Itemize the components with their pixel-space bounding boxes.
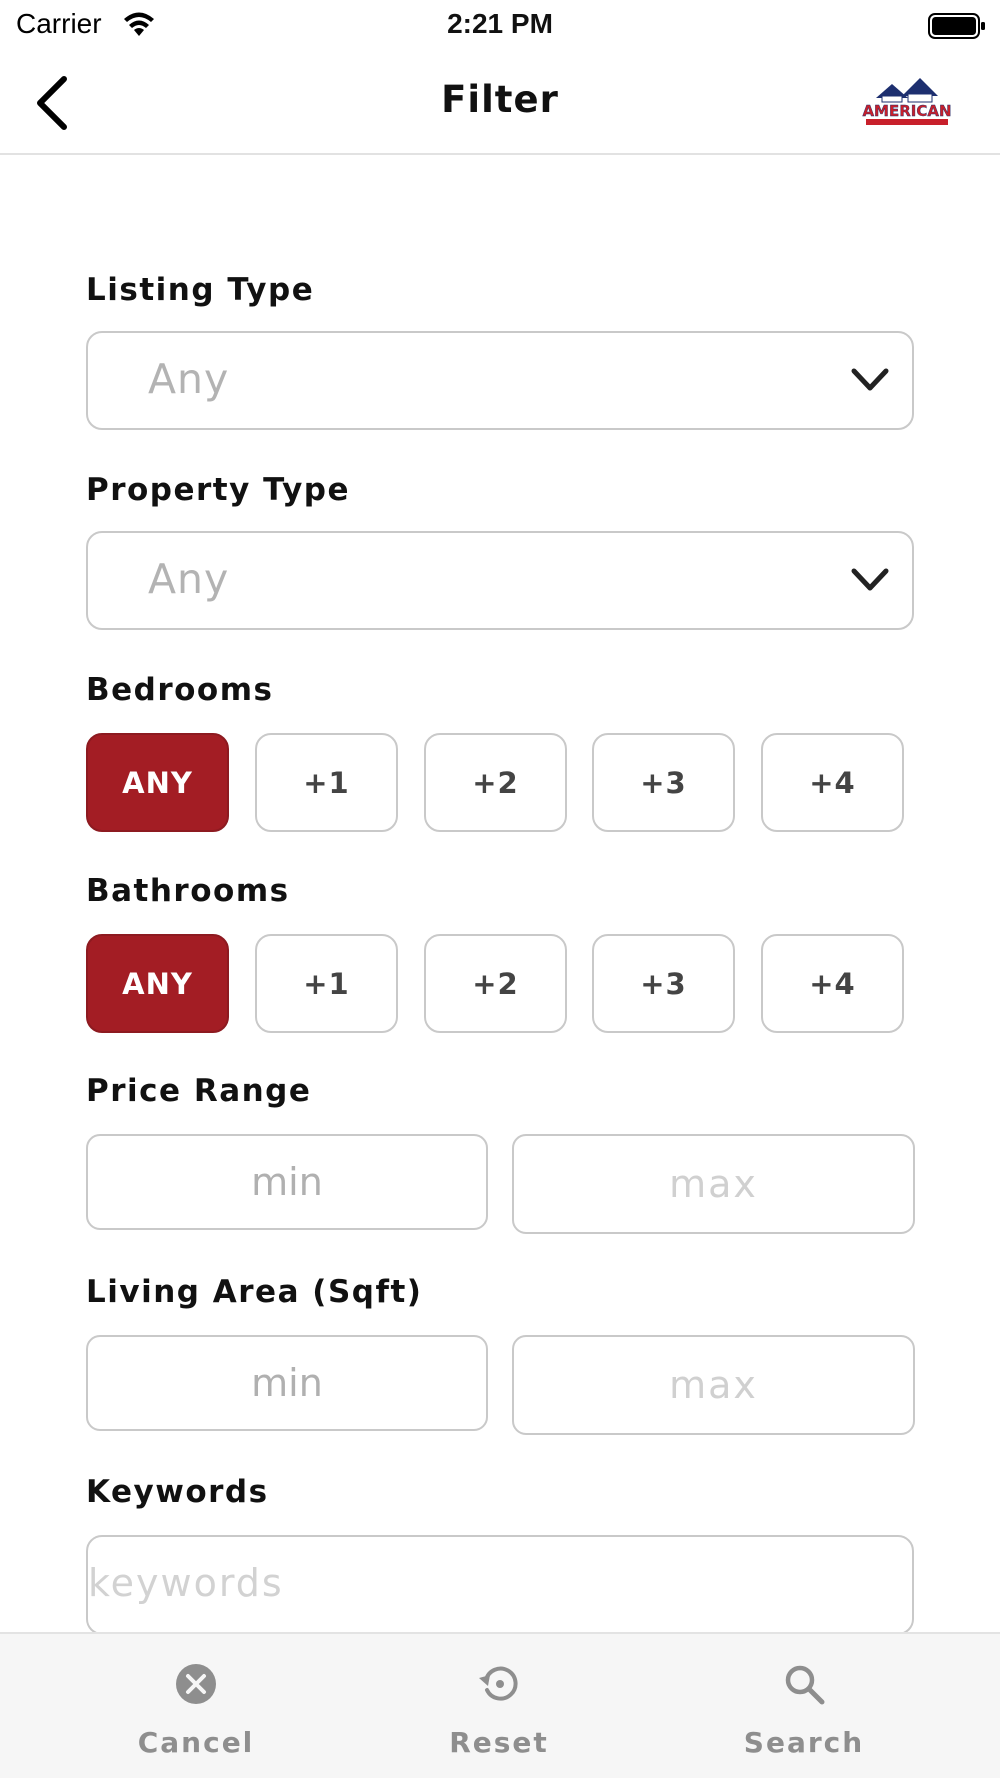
property-type-value: Any xyxy=(148,555,230,603)
reset-label: Reset xyxy=(449,1726,549,1759)
cancel-button[interactable]: Cancel xyxy=(76,1634,316,1778)
listing-type-value: Any xyxy=(148,355,230,403)
bathrooms-option-4[interactable]: +4 xyxy=(761,934,904,1033)
battery-icon xyxy=(928,13,985,39)
property-type-label: Property Type xyxy=(86,472,351,508)
bathrooms-options: ANY +1 +2 +3 +4 xyxy=(86,934,916,1033)
bathrooms-label: Bathrooms xyxy=(86,873,290,909)
price-range-label: Price Range xyxy=(86,1073,312,1109)
bathrooms-option-any[interactable]: ANY xyxy=(86,934,229,1033)
bedrooms-option-4[interactable]: +4 xyxy=(761,733,904,832)
bedrooms-option-2[interactable]: +2 xyxy=(424,733,567,832)
keywords-placeholder: keywords xyxy=(88,1561,284,1605)
search-icon xyxy=(785,1665,825,1705)
living-area-min-input[interactable]: min xyxy=(86,1335,488,1431)
bedrooms-label: Bedrooms xyxy=(86,672,274,708)
search-button[interactable]: Search xyxy=(684,1634,924,1778)
bottom-action-bar: Cancel Reset Search xyxy=(0,1632,1000,1778)
cancel-label: Cancel xyxy=(137,1726,255,1759)
keywords-input[interactable]: keywords xyxy=(86,1535,914,1635)
bathrooms-option-2[interactable]: +2 xyxy=(424,934,567,1033)
price-max-input[interactable]: max xyxy=(512,1134,915,1234)
status-bar: Carrier 2:21 PM xyxy=(0,0,1000,52)
page-title: Filter xyxy=(441,78,559,121)
navigation-bar: Filter AMERICAN xyxy=(0,52,1000,155)
living-area-max-input[interactable]: max xyxy=(512,1335,915,1435)
search-label: Search xyxy=(743,1726,865,1759)
reset-icon xyxy=(479,1666,518,1701)
listing-type-label: Listing Type xyxy=(86,272,315,308)
svg-text:AMERICAN: AMERICAN xyxy=(862,102,951,120)
chevron-down-icon xyxy=(851,368,889,391)
brand-logo: AMERICAN xyxy=(862,78,952,125)
listing-type-select[interactable]: Any xyxy=(86,331,914,430)
bedrooms-option-3[interactable]: +3 xyxy=(592,733,735,832)
bathrooms-option-1[interactable]: +1 xyxy=(255,934,398,1033)
close-circle-icon xyxy=(176,1664,216,1704)
bathrooms-option-3[interactable]: +3 xyxy=(592,934,735,1033)
bedrooms-options: ANY +1 +2 +3 +4 xyxy=(86,733,916,832)
reset-button[interactable]: Reset xyxy=(379,1634,619,1778)
bedrooms-option-1[interactable]: +1 xyxy=(255,733,398,832)
price-min-input[interactable]: min xyxy=(86,1134,488,1230)
status-time: 2:21 PM xyxy=(447,8,553,39)
property-type-select[interactable]: Any xyxy=(86,531,914,630)
living-area-label: Living Area (Sqft) xyxy=(86,1274,423,1310)
bedrooms-option-any[interactable]: ANY xyxy=(86,733,229,832)
keywords-label: Keywords xyxy=(86,1474,269,1510)
chevron-down-icon xyxy=(851,568,889,591)
